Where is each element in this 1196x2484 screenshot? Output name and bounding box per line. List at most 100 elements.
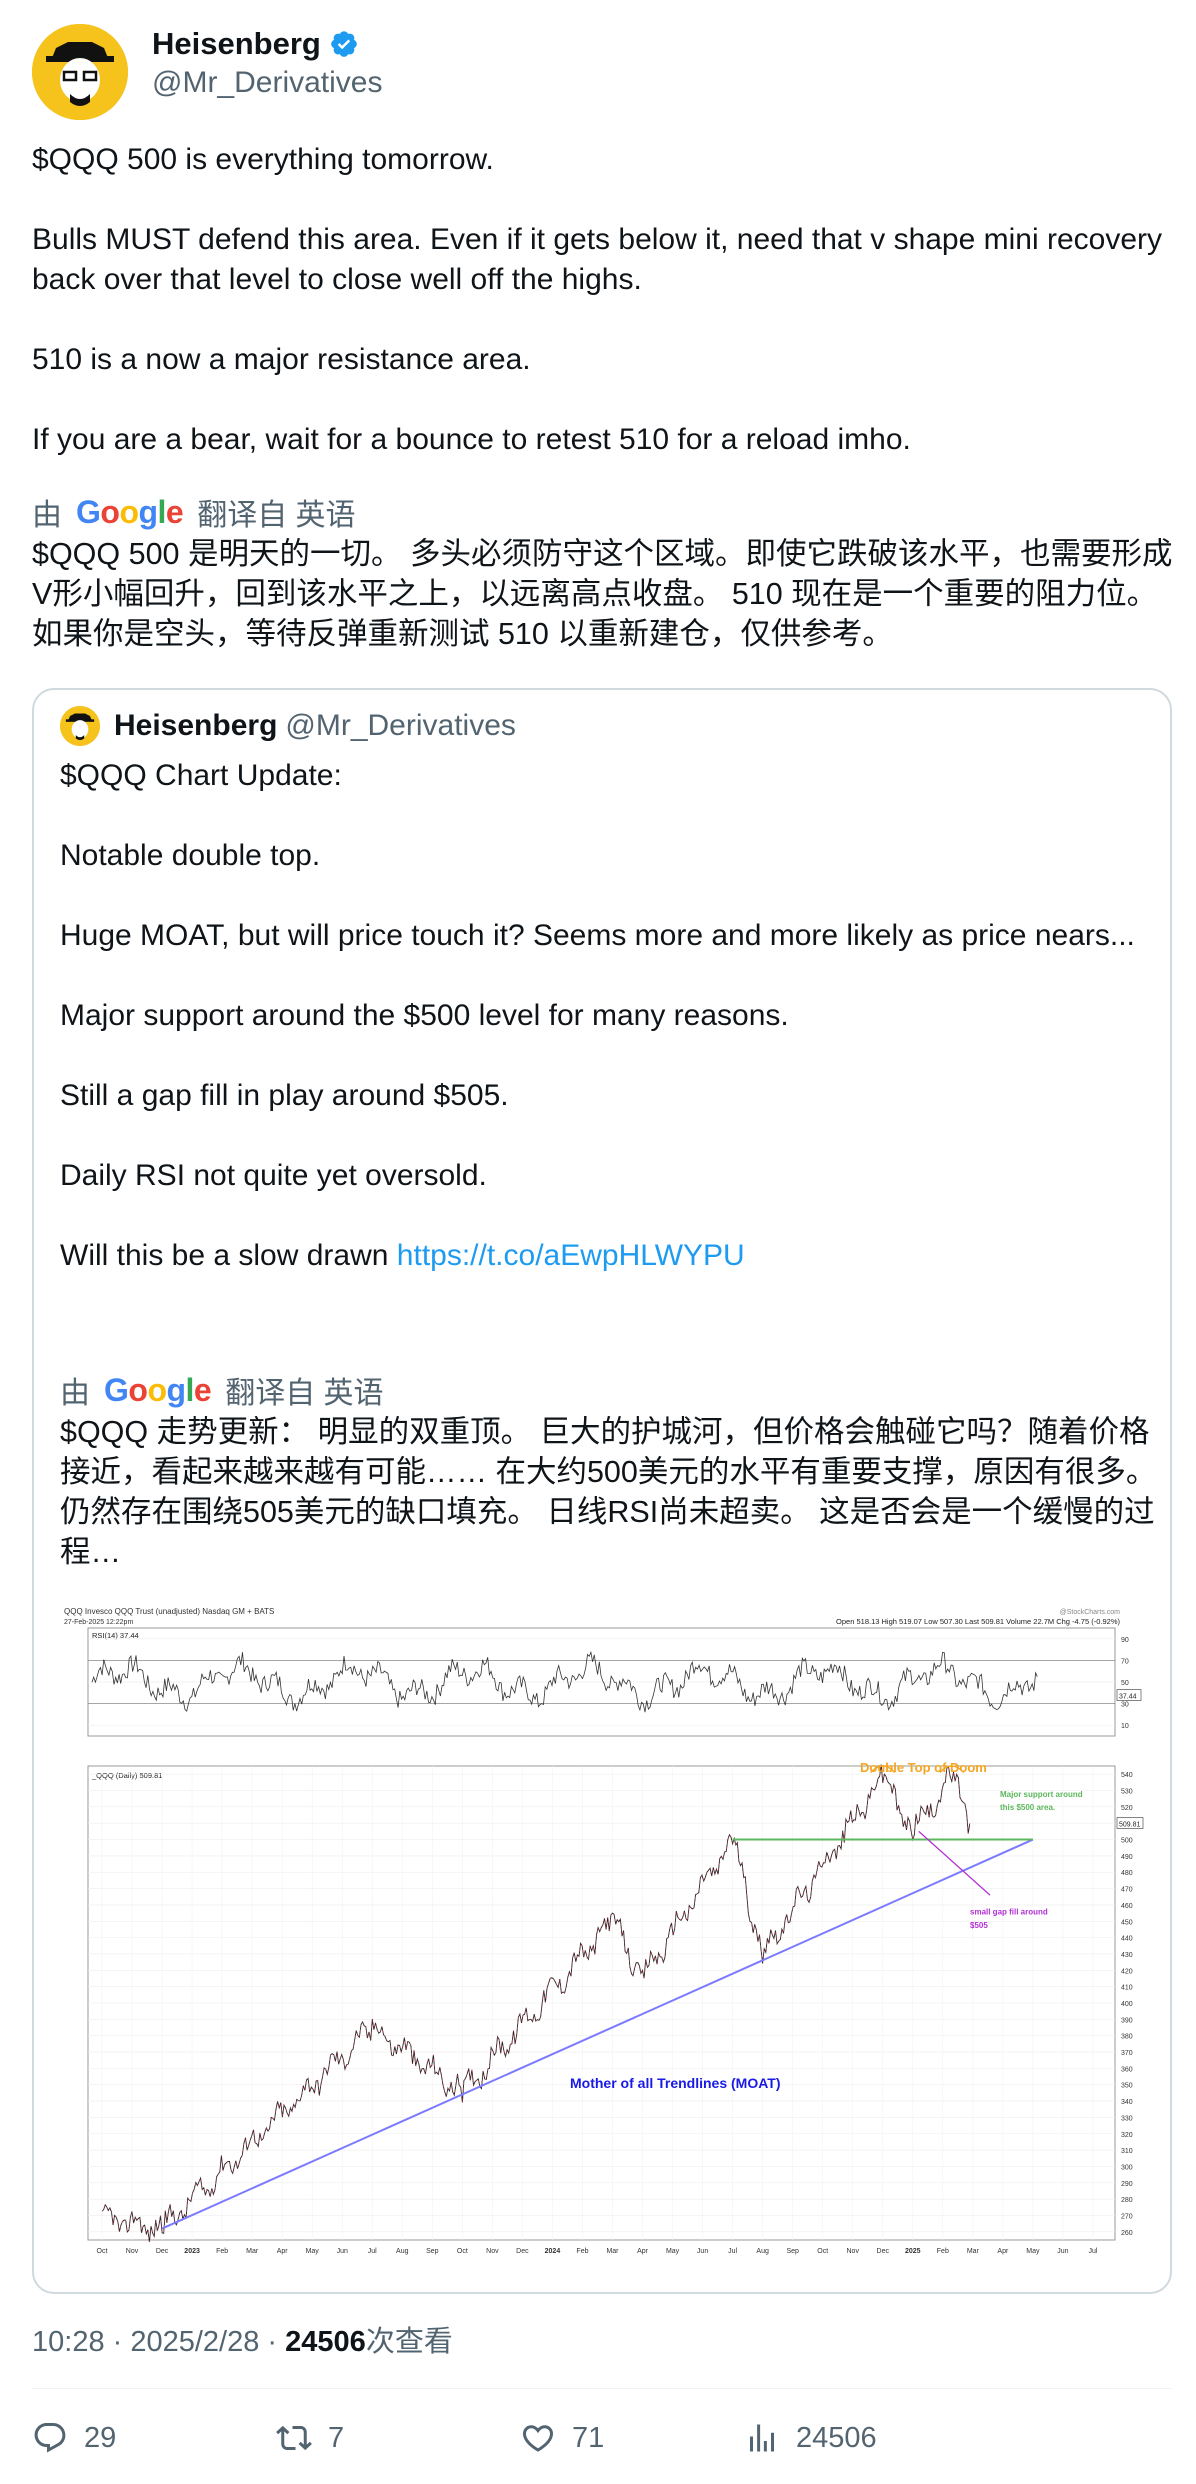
reply-button[interactable]: 29 <box>32 2420 116 2456</box>
translated-by[interactable]: 由 Google 翻译自 英语 <box>32 490 356 534</box>
price-tick-label: 340 <box>1121 2099 1133 2106</box>
x-tick-label: 2024 <box>545 2248 561 2255</box>
price-tick-label: 310 <box>1121 2148 1133 2155</box>
google-logo: Google <box>104 1371 212 1408</box>
tweet-date[interactable]: 2025/2/28 <box>130 2326 259 2358</box>
tweet-paragraph: Bulls MUST defend this area. Even if it … <box>32 223 1171 296</box>
x-tick-label: Jun <box>1057 2248 1068 2255</box>
price-tick-label: 290 <box>1121 2181 1133 2188</box>
tweet-actions: 29 7 71 24506 <box>32 2420 1172 2480</box>
price-tick-label: 440 <box>1121 1936 1133 1943</box>
quoted-avatar[interactable] <box>60 706 100 746</box>
support-annotation-2: this $500 area. <box>1000 1803 1055 1812</box>
quoted-paragraph: Daily RSI not quite yet oversold. <box>60 1159 487 1192</box>
price-tick-label: 270 <box>1121 2213 1133 2220</box>
x-tick-label: Jul <box>1088 2248 1097 2255</box>
price-tick-label: 490 <box>1121 1854 1133 1861</box>
tweet: Heisenberg @Mr_Derivatives $QQQ 500 is e… <box>32 24 1172 2294</box>
retweet-button[interactable]: 7 <box>276 2420 344 2456</box>
qqq-chart-svg: QQQ Invesco QQQ Trust (unadjusted) Nasda… <box>64 1607 1144 2255</box>
x-tick-label: Jul <box>368 2248 377 2255</box>
x-tick-label: Sep <box>426 2248 439 2255</box>
divider <box>32 2388 1172 2389</box>
price-tick-label: 400 <box>1121 2001 1133 2008</box>
quoted-paragraph: $QQQ Chart Update: <box>60 759 342 792</box>
x-tick-label: Mar <box>606 2248 619 2255</box>
price-tick-label: 350 <box>1121 2083 1133 2090</box>
price-tick-label: 360 <box>1121 2066 1133 2073</box>
reply-icon <box>34 2423 66 2453</box>
price-tick-label: 420 <box>1121 1968 1133 1975</box>
gap-annotation-1: small gap fill around <box>970 1908 1048 1917</box>
rsi-last-value: 37.44 <box>1119 1694 1137 1701</box>
verified-badge-icon <box>331 31 357 57</box>
x-tick-label: Feb <box>937 2248 949 2255</box>
translated-suffix: 翻译自 英语 <box>197 499 356 532</box>
tweet-translation: $QQQ 500 是明天的一切。 多头必须防守这个区域。即使它跌破该水平，也需要… <box>32 537 1173 651</box>
x-tick-label: Nov <box>847 2248 860 2255</box>
tweet-meta: 10:28 · 2025/2/28 · 24506次查看 <box>32 2326 453 2358</box>
x-tick-label: Oct <box>97 2248 108 2255</box>
price-tick-label: 450 <box>1121 1919 1133 1926</box>
quoted-paragraph: Major support around the $500 level for … <box>60 999 789 1032</box>
price-tick-label: 380 <box>1121 2034 1133 2041</box>
like-button[interactable]: 71 <box>520 2420 604 2456</box>
x-tick-label: Mar <box>246 2248 259 2255</box>
quoted-link[interactable]: https://t.co/aEwpHLWYPU <box>397 1239 745 1272</box>
x-tick-label: Feb <box>576 2248 588 2255</box>
price-tick-label: 470 <box>1121 1887 1133 1894</box>
retweet-count: 7 <box>328 2421 345 2454</box>
analytics-icon <box>750 2424 774 2452</box>
chart-watermark: @StockCharts.com <box>1060 1609 1121 1616</box>
quoted-paragraph-last: Will this be a slow drawn https://t.co/a… <box>60 1236 1150 1276</box>
tweet-paragraph: 510 is a now a major resistance area. <box>32 343 531 376</box>
price-tick-label: 410 <box>1121 1985 1133 1992</box>
quoted-last-text: Will this be a slow drawn <box>60 1239 397 1272</box>
rsi-tick-label: 30 <box>1121 1702 1129 1709</box>
price-tick-label: 320 <box>1121 2132 1133 2139</box>
tweet-paragraph: If you are a bear, wait for a bounce to … <box>32 423 911 456</box>
translated-prefix: 由 <box>60 1377 90 1410</box>
x-tick-label: Apr <box>637 2248 649 2255</box>
view-count-bold: 24506 <box>285 2326 366 2358</box>
chart-quote-line: Open 518.13 High 519.07 Low 507.30 Last … <box>836 1617 1120 1626</box>
rsi-tick-label: 50 <box>1121 1680 1129 1687</box>
chart-date-stamp: 27-Feb-2025 12:22pm <box>64 1619 133 1626</box>
quoted-paragraph: Huge MOAT, but will price touch it? Seem… <box>60 919 1135 952</box>
google-logo: Google <box>76 493 184 530</box>
quoted-paragraph: Notable double top. <box>60 839 321 872</box>
x-tick-label: Apr <box>997 2248 1009 2255</box>
avatar-heisenberg-icon <box>32 24 128 120</box>
author-name-row[interactable]: Heisenberg <box>152 26 359 62</box>
author-name[interactable]: Heisenberg <box>152 26 321 62</box>
tweet-time[interactable]: 10:28 <box>32 2326 105 2358</box>
support-annotation-1: Major support around <box>1000 1790 1083 1799</box>
quoted-paragraph: Still a gap fill in play around $505. <box>60 1079 509 1112</box>
tweet-text: $QQQ 500 is everything tomorrow. Bulls M… <box>32 140 1172 460</box>
qqq-chart[interactable]: QQQ Invesco QQQ Trust (unadjusted) Nasda… <box>60 1598 1150 2260</box>
views-suffix: 次查看 <box>365 2326 453 2358</box>
x-tick-label: Mar <box>967 2248 980 2255</box>
quoted-tweet[interactable]: Heisenberg @Mr_Derivatives $QQQ Chart Up… <box>32 688 1172 2294</box>
like-count: 71 <box>572 2421 605 2454</box>
quoted-tweet-text: $QQQ Chart Update: Notable double top. H… <box>60 756 1150 1276</box>
x-tick-label: Oct <box>457 2248 468 2255</box>
reply-count: 29 <box>84 2421 117 2454</box>
translated-suffix: 翻译自 英语 <box>225 1377 384 1410</box>
x-tick-label: Aug <box>756 2248 769 2255</box>
moat-annotation: Mother of all Trendlines (MOAT) <box>570 2075 781 2091</box>
views-button[interactable]: 24506 <box>744 2420 877 2456</box>
x-tick-label: Sep <box>786 2248 799 2255</box>
quoted-translated-by[interactable]: 由 Google 翻译自 英语 <box>60 1368 384 1412</box>
price-tick-label: 480 <box>1121 1870 1133 1877</box>
x-tick-label: Jul <box>728 2248 737 2255</box>
x-tick-label: Nov <box>126 2248 139 2255</box>
x-tick-label: Oct <box>817 2248 828 2255</box>
rsi-tick-label: 70 <box>1121 1658 1129 1665</box>
avatar[interactable] <box>32 24 128 120</box>
author-handle[interactable]: @Mr_Derivatives <box>152 66 383 100</box>
x-tick-label: Dec <box>156 2248 169 2255</box>
x-tick-label: Jun <box>697 2248 708 2255</box>
quoted-translation: $QQQ 走势更新： 明显的双重顶。 巨大的护城河，但价格会触碰它吗？随着价格接… <box>60 1415 1157 1569</box>
x-tick-label: Apr <box>277 2248 289 2255</box>
